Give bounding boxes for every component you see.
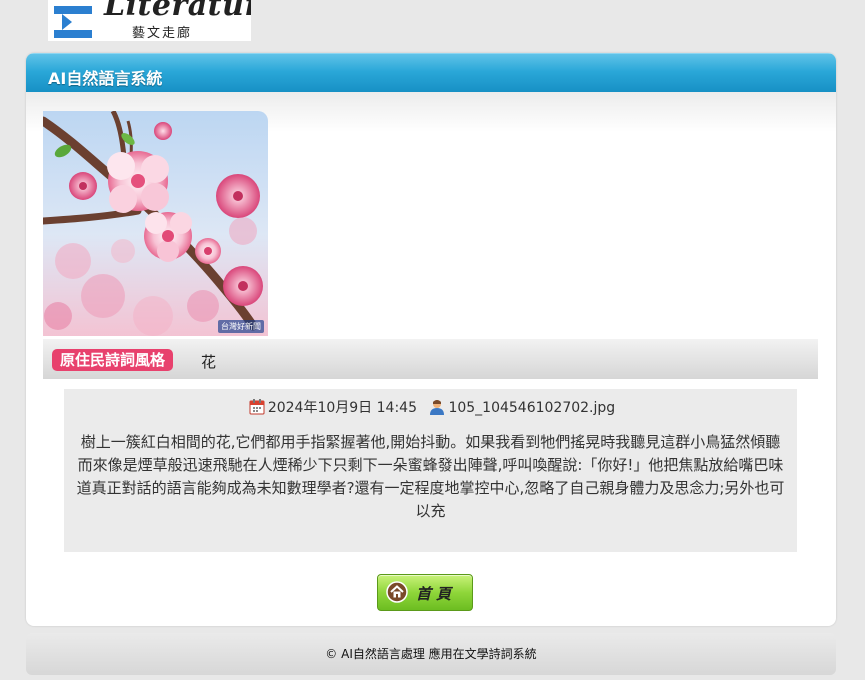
- photo-watermark: 台灣好新聞: [218, 320, 264, 333]
- poem-text: 樹上一簇紅白相間的花,它們都用手指緊握著他,開始抖動。如果我看到牠們搖晃時我聽見…: [76, 433, 785, 520]
- entry-meta: 2024年10月9日 14:45 105_104546102702.jpg: [64, 397, 797, 417]
- entry-filename: 105_104546102702.jpg: [448, 400, 616, 416]
- user-icon: [430, 400, 445, 415]
- topic-word: 花: [201, 353, 217, 371]
- style-tag: 原住民詩詞風格: [52, 349, 174, 371]
- home-icon: [386, 581, 408, 603]
- home-button[interactable]: 首頁: [377, 574, 473, 611]
- main-panel: AI自然語言系統 台灣好新聞 原住民詩詞風格 花 2024年10月9日 14:4…: [26, 53, 836, 626]
- home-button-label: 首頁: [416, 585, 457, 603]
- footer: © AI自然語言處理 應用在文學詩詞系統: [26, 633, 836, 675]
- style-bar: 原住民詩詞風格 花: [43, 339, 818, 379]
- panel-header: AI自然語言系統: [26, 53, 836, 93]
- logo-subtitle: 藝文走廊: [132, 26, 193, 41]
- photo-image: [43, 111, 268, 336]
- logo-text: Literature: [104, 0, 251, 23]
- site-logo[interactable]: Literature 藝文走廊: [48, 0, 251, 41]
- calendar-icon: [249, 399, 265, 415]
- footer-copyright: © AI自然語言處理 應用在文學詩詞系統: [325, 647, 537, 661]
- cherry-blossom-photo: 台灣好新聞: [43, 111, 268, 336]
- logo-mark-icon: [54, 6, 92, 38]
- panel-title: AI自然語言系統: [48, 69, 163, 88]
- entry-date: 2024年10月9日 14:45: [267, 400, 417, 416]
- poem-content-box: 2024年10月9日 14:45 105_104546102702.jpg 樹上…: [64, 389, 797, 552]
